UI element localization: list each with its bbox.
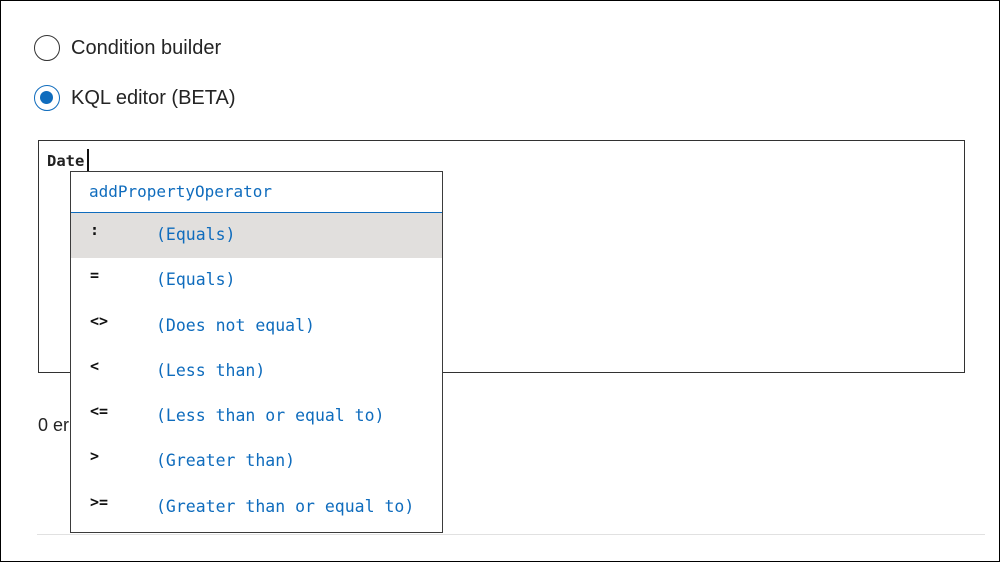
operator-symbol: <	[90, 356, 100, 375]
operator-symbol: <=	[90, 402, 109, 421]
autocomplete-item-colon[interactable]: : (Equals)	[71, 213, 442, 259]
operator-description: (Equals)	[156, 225, 236, 244]
kql-panel: Condition builder KQL editor (BETA) Date…	[0, 0, 1000, 562]
radio-unchecked-icon[interactable]	[34, 35, 60, 61]
operator-description: (Less than or equal to)	[156, 406, 385, 426]
operator-symbol: <>	[90, 311, 109, 330]
operator-description: (Greater than)	[156, 451, 296, 471]
text-caret	[87, 149, 89, 171]
radio-kql-editor[interactable]: KQL editor (BETA)	[34, 85, 236, 111]
autocomplete-dropdown[interactable]: addPropertyOperator : (Equals) = (Equals…	[70, 171, 443, 533]
radio-checked-icon[interactable]	[34, 85, 60, 111]
divider	[37, 534, 985, 535]
autocomplete-item-equals[interactable]: = (Equals)	[71, 258, 442, 303]
operator-description: (Greater than or equal to)	[156, 496, 415, 516]
autocomplete-item-less-equal[interactable]: <= (Less than or equal to)	[71, 394, 442, 439]
operator-symbol: >=	[90, 492, 109, 511]
operator-description: (Does not equal)	[156, 315, 315, 335]
radio-label-kql-editor: KQL editor (BETA)	[71, 86, 236, 109]
operator-description: (Equals)	[156, 270, 236, 290]
autocomplete-item-greater-than[interactable]: > (Greater than)	[71, 439, 442, 484]
autocomplete-item-greater-equal[interactable]: >= (Greater than or equal to)	[71, 485, 442, 530]
radio-condition-builder[interactable]: Condition builder	[34, 35, 221, 61]
operator-symbol: >	[90, 447, 100, 466]
autocomplete-item-less-than[interactable]: < (Less than)	[71, 349, 442, 394]
operator-symbol: :	[90, 221, 100, 239]
autocomplete-item-not-equal[interactable]: <> (Does not equal)	[71, 304, 442, 349]
radio-dot	[40, 91, 53, 104]
radio-label-condition-builder: Condition builder	[71, 36, 222, 59]
operator-description: (Less than)	[156, 360, 266, 380]
operator-symbol: =	[90, 266, 100, 285]
editor-query-text: Date	[47, 152, 85, 170]
autocomplete-header: addPropertyOperator	[71, 172, 442, 213]
